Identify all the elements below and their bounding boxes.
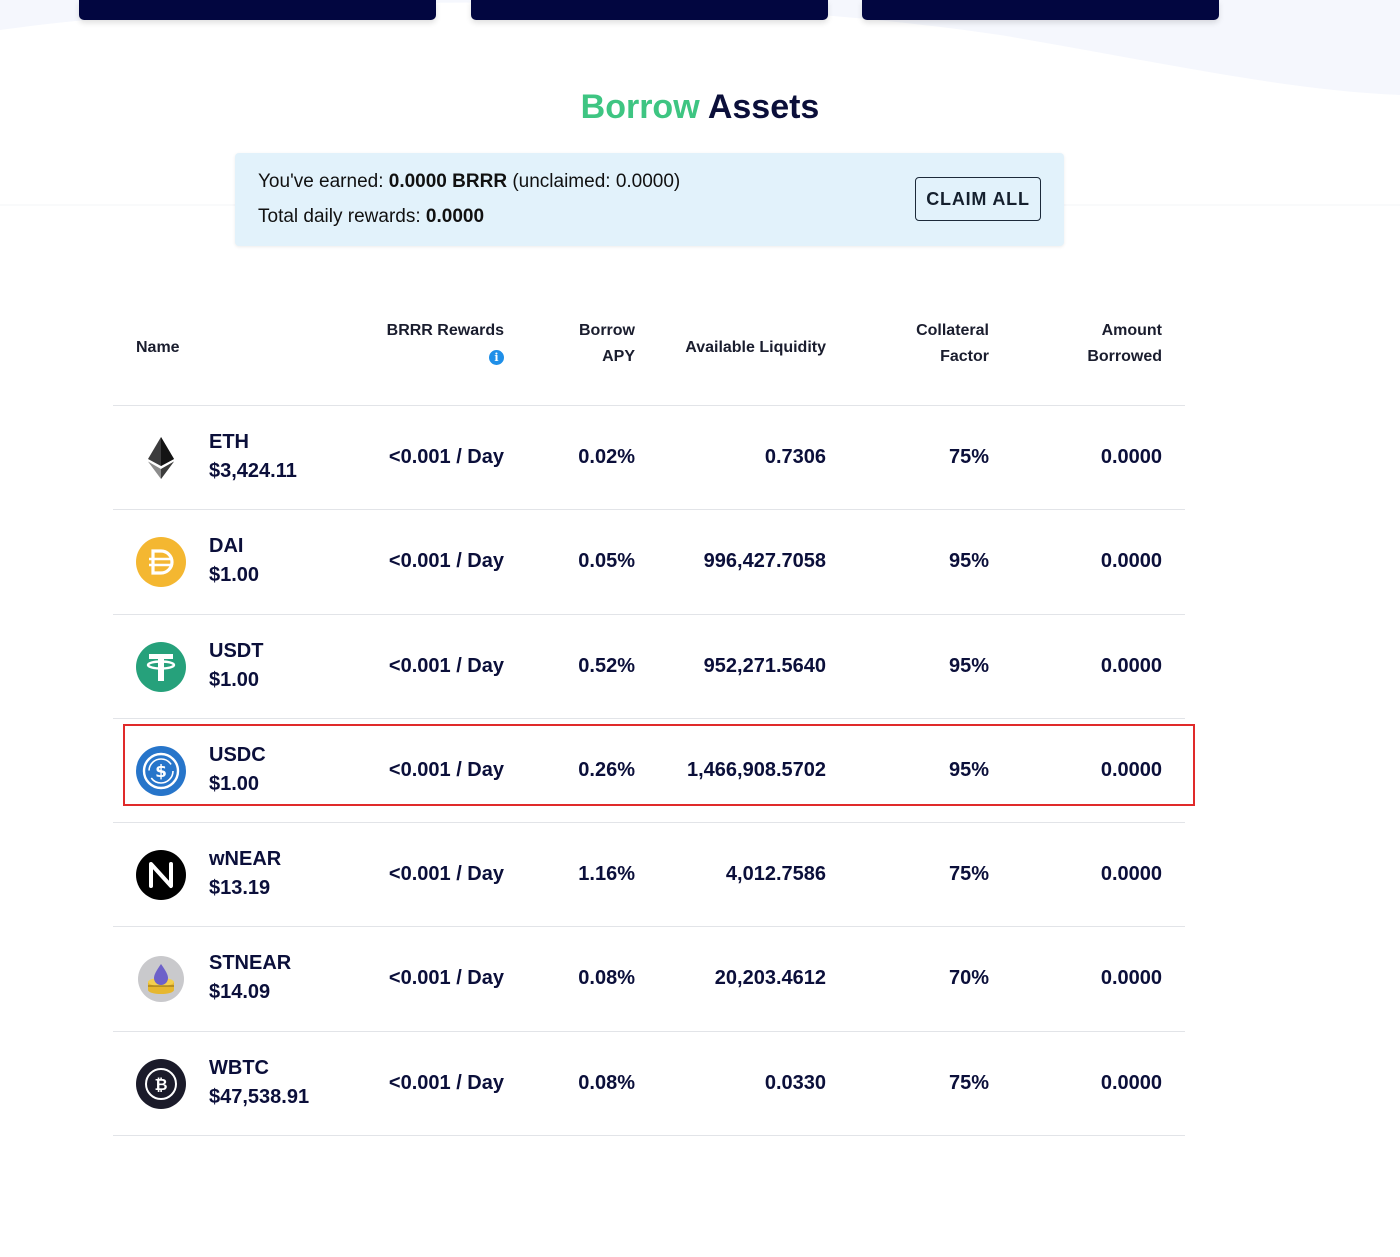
asset-symbol: DAI <box>209 535 244 558</box>
asset-price: $47,538.91 <box>209 1085 310 1108</box>
dai-icon <box>136 537 186 588</box>
borrow-apy-value: 0.05% <box>578 550 635 573</box>
brrr-rewards-value: <0.001 / Day <box>388 758 504 781</box>
usdc-icon: $ <box>136 745 186 796</box>
column-header-borrow-apy[interactable]: Borrow APY <box>579 318 635 370</box>
liquidity-value: 952,271.5640 <box>703 654 826 677</box>
svg-text:₿: ₿ <box>154 1075 167 1094</box>
collateral-header-line-2: Factor <box>940 348 989 365</box>
asset-symbol: USDT <box>209 639 264 662</box>
borrow-apy-value: 0.08% <box>578 967 635 990</box>
rewards-header-label: BRRR Rewards <box>386 322 504 339</box>
brrr-rewards-value: <0.001 / Day <box>388 550 504 573</box>
table-row-wnear[interactable]: wNEAR $13.19 <0.001 / Day 1.16% 4,012.75… <box>113 823 1185 928</box>
daily-rewards-value: 0.0000 <box>425 206 485 227</box>
collateral-factor-value: 75% <box>948 863 989 886</box>
table-row-stnear[interactable]: STNEAR $14.09 <0.001 / Day 0.08% 20,203.… <box>113 927 1185 1032</box>
asset-symbol: ETH <box>209 431 249 453</box>
liquidity-value: 996,427.7058 <box>703 550 826 573</box>
bitcoin-icon: ₿ <box>136 1058 186 1109</box>
collateral-factor-value: 95% <box>948 550 989 573</box>
amount-borrowed-value: 0.0000 <box>1100 967 1162 990</box>
top-card-3[interactable] <box>862 0 1219 20</box>
page-title-rest: Assets <box>699 88 820 126</box>
amount-borrowed-value: 0.0000 <box>1100 863 1162 886</box>
liquidity-value: 4,012.7586 <box>725 863 826 886</box>
daily-rewards-line: Total daily rewards: 0.0000 <box>258 206 484 228</box>
claim-all-button[interactable]: CLAIM ALL <box>915 177 1041 221</box>
daily-rewards-label: Total daily rewards: <box>258 206 426 227</box>
earned-label: You've earned: <box>258 171 389 192</box>
apy-header-line-1: Borrow <box>579 322 635 339</box>
top-card-2[interactable] <box>471 0 828 20</box>
brrr-rewards-value: <0.001 / Day <box>388 446 504 468</box>
asset-price: $13.19 <box>209 877 271 900</box>
brrr-rewards-value: <0.001 / Day <box>388 654 504 677</box>
ethereum-icon <box>148 437 174 479</box>
table-row-wbtc[interactable]: ₿ WBTC $47,538.91 <0.001 / Day 0.08% 0.0… <box>113 1032 1185 1137</box>
borrow-apy-value: 0.08% <box>578 1071 635 1094</box>
info-icon[interactable]: i <box>489 350 504 365</box>
asset-price: $14.09 <box>209 981 271 1004</box>
svg-text:$: $ <box>155 762 167 782</box>
collateral-factor-value: 95% <box>948 758 989 781</box>
borrow-assets-table: Name BRRR Rewards i Borrow APY Available… <box>113 300 1185 1137</box>
borrow-apy-value: 0.26% <box>578 758 635 781</box>
asset-price: $1.00 <box>209 668 260 691</box>
amount-borrowed-value: 0.0000 <box>1100 1071 1162 1094</box>
tether-icon <box>136 641 186 692</box>
table-row-eth[interactable]: ETH $3,424.11 <0.001 / Day 0.02% 0.7306 … <box>113 406 1185 511</box>
column-header-name[interactable]: Name <box>136 335 180 361</box>
column-header-rewards[interactable]: BRRR Rewards i <box>387 318 504 370</box>
collateral-factor-value: 75% <box>948 446 989 468</box>
liquidity-value: 0.0330 <box>764 1071 826 1094</box>
liquidity-value: 0.7306 <box>764 446 826 468</box>
collateral-header-line-1: Collateral <box>916 322 989 339</box>
borrow-apy-value: 1.16% <box>578 863 635 886</box>
collateral-factor-value: 70% <box>948 967 989 990</box>
asset-symbol: USDC <box>209 743 266 766</box>
asset-price: $1.00 <box>209 772 260 795</box>
amount-header-line-2: Borrowed <box>1087 348 1162 365</box>
near-icon <box>136 850 186 901</box>
top-card-1[interactable] <box>79 0 436 20</box>
collateral-factor-value: 75% <box>948 1071 989 1094</box>
amount-borrowed-value: 0.0000 <box>1100 446 1162 468</box>
brrr-rewards-value: <0.001 / Day <box>388 1071 504 1094</box>
rewards-banner: You've earned: 0.0000 BRRR (unclaimed: 0… <box>235 153 1064 246</box>
collateral-factor-value: 95% <box>948 654 989 677</box>
brrr-rewards-value: <0.001 / Day <box>388 967 504 990</box>
page-title-accent: Borrow <box>580 88 700 126</box>
brrr-rewards-value: <0.001 / Day <box>388 863 504 886</box>
amount-header-line-1: Amount <box>1101 322 1162 339</box>
stnear-icon <box>138 956 184 1003</box>
earned-line: You've earned: 0.0000 BRRR (unclaimed: 0… <box>258 171 680 193</box>
column-header-liquidity[interactable]: Available Liquidity <box>685 335 826 361</box>
table-row-dai[interactable]: DAI $1.00 <0.001 / Day 0.05% 996,427.705… <box>113 510 1185 615</box>
liquidity-value: 20,203.4612 <box>714 967 826 990</box>
asset-symbol: WBTC <box>209 1056 269 1079</box>
page-title: Borrow Assets <box>0 88 1400 127</box>
amount-borrowed-value: 0.0000 <box>1100 550 1162 573</box>
unclaimed-value: (unclaimed: 0.0000) <box>507 171 681 192</box>
asset-price: $3,424.11 <box>209 460 297 482</box>
amount-borrowed-value: 0.0000 <box>1100 758 1162 781</box>
table-row-usdc[interactable]: $ USDC $1.00 <0.001 / Day 0.26% 1,466,90… <box>113 719 1185 824</box>
amount-borrowed-value: 0.0000 <box>1100 654 1162 677</box>
asset-symbol: STNEAR <box>209 952 292 975</box>
liquidity-value: 1,466,908.5702 <box>686 758 826 781</box>
table-header: Name BRRR Rewards i Borrow APY Available… <box>113 300 1185 406</box>
column-header-amount-borrowed[interactable]: Amount Borrowed <box>1087 318 1162 370</box>
apy-header-line-2: APY <box>602 348 635 365</box>
asset-symbol: wNEAR <box>209 848 282 871</box>
table-row-usdt[interactable]: USDT $1.00 <0.001 / Day 0.52% 952,271.56… <box>113 615 1185 719</box>
borrow-apy-value: 0.52% <box>578 654 635 677</box>
borrow-apy-value: 0.02% <box>578 446 635 468</box>
column-header-collateral[interactable]: Collateral Factor <box>916 318 989 370</box>
asset-price: $1.00 <box>209 564 260 587</box>
earned-value: 0.0000 BRRR <box>388 171 508 192</box>
